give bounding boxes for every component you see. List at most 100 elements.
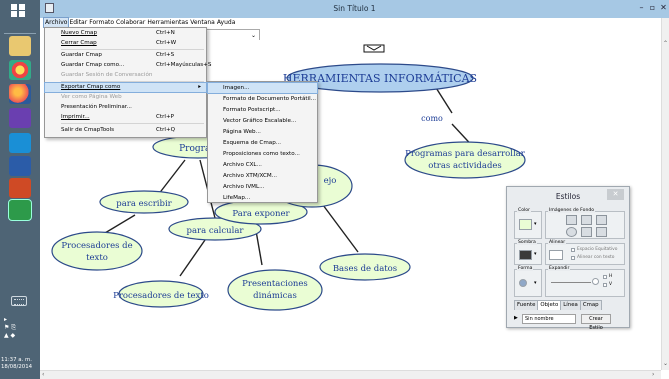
scroll-left-icon[interactable]: ‹ <box>42 371 44 378</box>
shadow-group: Sombra ▾ <box>514 240 542 265</box>
menu-separator <box>61 49 204 50</box>
menu-ayuda[interactable]: Ayuda <box>216 18 237 27</box>
close-button[interactable]: ✕ <box>658 2 669 13</box>
color-group: Color ▾ <box>514 208 542 239</box>
menu-item-imprimir[interactable]: Imprimir... Ctrl+P <box>45 113 206 122</box>
image-tile-icon[interactable] <box>581 215 592 225</box>
node-presentaciones-line2: dinámicas <box>253 290 297 301</box>
minimize-button[interactable]: – <box>636 2 647 13</box>
menu-item-nuevo[interactable]: Nuevo Cmap Ctrl+N <box>45 29 206 38</box>
tab-objeto[interactable]: Objeto <box>537 300 562 310</box>
image-oval-icon[interactable] <box>566 227 577 237</box>
horizontal-scrollbar[interactable]: ‹ › <box>40 370 661 379</box>
color-label: Color <box>517 208 531 213</box>
menu-ventana[interactable]: Ventana <box>189 18 216 27</box>
expand-h-checkbox[interactable] <box>603 275 607 279</box>
node-presentaciones <box>227 269 323 311</box>
align-icon[interactable] <box>549 250 563 260</box>
menu-item-guardar-sesion[interactable]: Guardar Sesión de Conversación <box>45 71 206 80</box>
maximize-button[interactable]: ▫ <box>647 2 658 13</box>
tab-cmap[interactable]: Cmap <box>579 300 602 310</box>
windows-start-icon[interactable] <box>11 4 26 18</box>
menu-item-guardar[interactable]: Guardar Cmap Ctrl+S <box>45 51 206 60</box>
chrome-icon[interactable] <box>9 60 31 80</box>
fill-color-swatch[interactable] <box>519 219 532 230</box>
menu-editar[interactable]: Editar <box>68 18 88 27</box>
export-item-imagen[interactable]: Imagen... <box>207 82 318 94</box>
chevron-down-icon[interactable]: ▾ <box>534 280 537 286</box>
shape-group: Forma ▾ <box>514 266 542 297</box>
node-procesadores-line2: texto <box>86 253 108 263</box>
export-item-postscript[interactable]: Formato Postscript... <box>208 105 317 115</box>
menu-item-salir[interactable]: Salir de CmapTools Ctrl+Q <box>45 126 206 135</box>
chevron-down-icon[interactable]: ▾ <box>534 251 537 257</box>
menu-item-exportar[interactable]: Exportar Cmap como ▸ <box>44 82 207 93</box>
word-icon[interactable] <box>9 156 31 176</box>
firefox-icon[interactable] <box>9 84 31 104</box>
play-icon[interactable]: ▶ <box>514 315 518 321</box>
menu-item-cerrar[interactable]: Cerrar Cmap Ctrl+W <box>45 39 206 48</box>
chevron-down-icon[interactable]: ▾ <box>534 221 537 227</box>
expand-slider[interactable] <box>551 282 591 283</box>
oval-shape-icon[interactable] <box>519 279 527 287</box>
clock-date: 18/08/2014 <box>1 364 33 370</box>
node-otras-actividades <box>404 141 526 179</box>
vertical-scrollbar[interactable]: ⌃ ⌄ <box>661 18 669 370</box>
menu-colaborar[interactable]: Colaborar <box>115 18 146 27</box>
export-item-esquema[interactable]: Esquema de Cmap... <box>208 138 317 148</box>
cmaptools-icon[interactable] <box>8 199 32 221</box>
menu-item-presentacion[interactable]: Presentación Preliminar... <box>45 103 206 112</box>
scroll-down-icon[interactable]: ⌄ <box>663 360 668 367</box>
file-menu: Nuevo Cmap Ctrl+N Cerrar Cmap Ctrl+W Guard… <box>44 27 211 138</box>
expand-v-checkbox[interactable] <box>603 283 607 287</box>
export-item-xtm[interactable]: Archivo XTM/XCM... <box>208 171 317 181</box>
shadow-swatch[interactable] <box>519 250 532 260</box>
tray-icons[interactable]: ▸ ⚑ ⎘ ▲ ◆ <box>4 316 36 340</box>
export-submenu: Imagen... Formato de Documento Portátil.… <box>207 81 318 203</box>
styles-footer: ▶ Sin nombre Crear Estilo <box>514 314 624 331</box>
scroll-right-icon[interactable]: › <box>652 371 654 378</box>
powerpoint-icon[interactable] <box>9 178 31 198</box>
clock-time: 11:37 a. m. <box>1 357 32 363</box>
node-para-calcular-label: para calcular <box>187 226 245 236</box>
expand-group: Expandir H V <box>545 266 625 297</box>
menu-item-guardar-como[interactable]: Guardar Cmap como... Ctrl+Mayúsculas+S <box>45 61 211 70</box>
menu-archivo[interactable]: Archivo <box>42 17 70 28</box>
export-item-ivml[interactable]: Archivo IVML... <box>208 182 317 192</box>
export-item-pdf[interactable]: Formato de Documento Portátil... <box>208 94 317 104</box>
create-style-button[interactable]: Crear Estilo <box>581 314 611 331</box>
menu-formato[interactable]: Formato <box>88 18 115 27</box>
expand-plus-icon[interactable] <box>592 278 599 285</box>
image-center-icon[interactable] <box>596 215 607 225</box>
export-item-svg[interactable]: Vector Gráfico Escalable... <box>208 116 317 126</box>
scroll-up-icon[interactable]: ⌃ <box>663 40 668 47</box>
node-procesadores-line1: Procesadores de <box>61 241 132 251</box>
keyboard-icon[interactable] <box>11 296 27 306</box>
export-item-web[interactable]: Página Web... <box>208 127 317 137</box>
menu-bar: Archivo Editar Formato Colaborar Herramienta… <box>42 17 304 28</box>
menu-separator <box>61 81 204 82</box>
image-remove-icon[interactable] <box>596 227 607 237</box>
menu-herramientas[interactable]: Herramientas <box>146 18 189 27</box>
equal-space-checkbox[interactable] <box>571 248 575 252</box>
export-item-proposiciones[interactable]: Proposiciones como texto... <box>208 149 317 159</box>
align-text-checkbox[interactable] <box>571 256 575 260</box>
style-name-field[interactable]: Sin nombre <box>522 314 576 324</box>
background-images-label: Imágenes de Fondo <box>548 208 596 213</box>
tab-fuente[interactable]: Fuente <box>514 300 539 310</box>
window-title: Sin Título 1 <box>333 4 376 13</box>
styles-panel: Estilos ✕ Color ▾ Imágenes de Fondo Somb… <box>506 186 630 331</box>
background-images-group: Imágenes de Fondo <box>545 208 625 239</box>
menu-item-ver-web[interactable]: Ver como Página Web <box>45 93 206 102</box>
export-item-lifemap[interactable]: LifeMap... <box>208 193 317 203</box>
apps-icon[interactable] <box>9 108 31 128</box>
export-item-cxl[interactable]: Archivo CXL... <box>208 160 317 170</box>
file-explorer-icon[interactable] <box>9 36 31 56</box>
tab-linea[interactable]: Línea <box>560 300 581 310</box>
image-fit-icon[interactable] <box>566 215 577 225</box>
image-stretch-icon[interactable] <box>581 227 592 237</box>
skype-icon[interactable] <box>9 133 31 153</box>
styles-close-button[interactable]: ✕ <box>607 189 624 200</box>
expand-label: Expandir <box>548 266 571 271</box>
clock[interactable]: 11:37 a. m. 18/08/2014 <box>1 357 40 371</box>
